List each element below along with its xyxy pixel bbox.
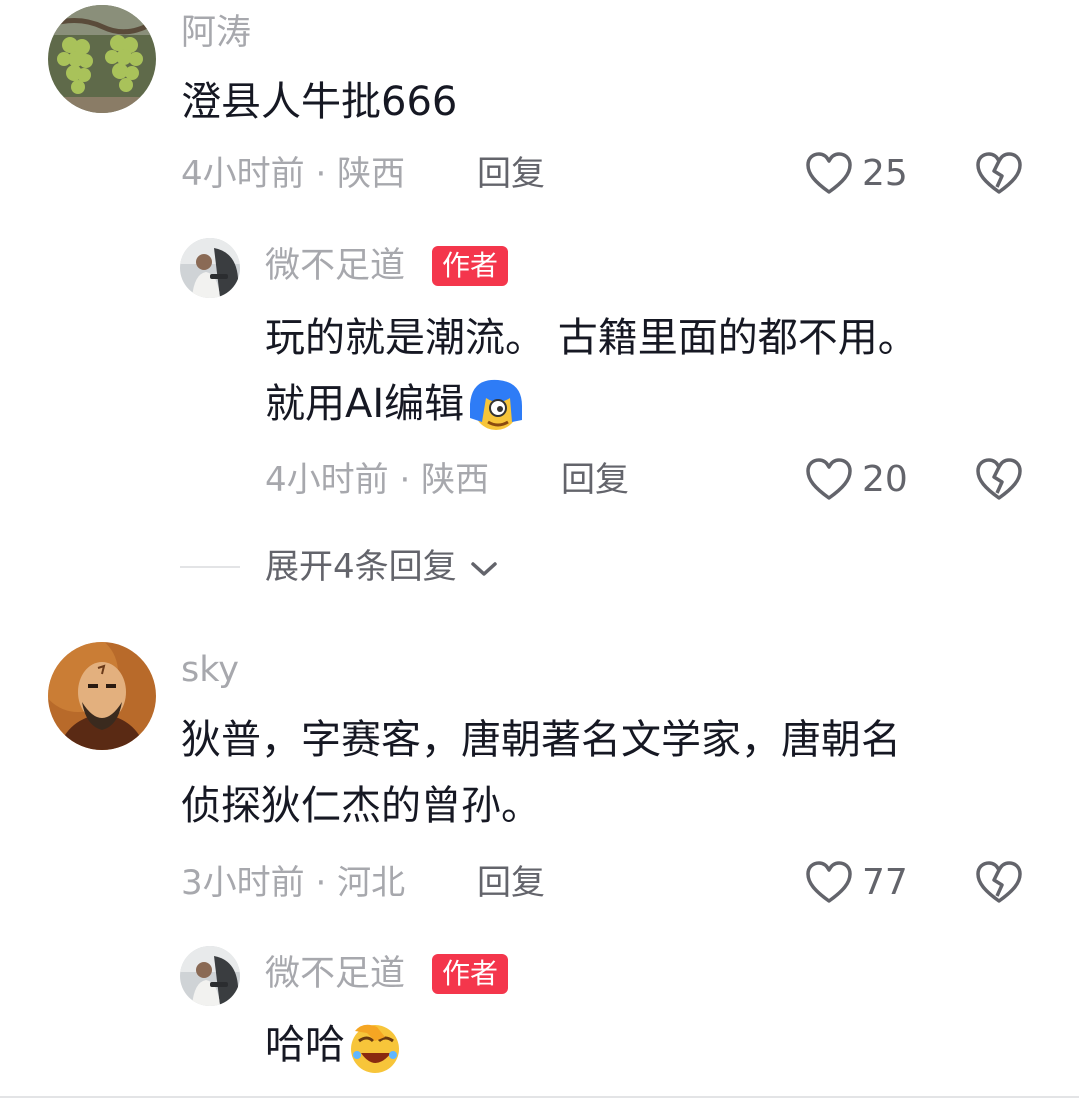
meta-separator: · [315, 154, 327, 194]
expand-replies-button[interactable]: 展开4条回复 [265, 550, 499, 584]
facepalm-laugh-emoji-icon [351, 1024, 399, 1073]
avatar-author[interactable] [180, 946, 240, 1006]
reply-username[interactable]: 微不足道 [265, 957, 405, 992]
comment-username[interactable]: 阿涛 [181, 16, 251, 51]
expand-divider [180, 566, 240, 568]
author-badge: 作者 [432, 246, 509, 286]
like-count: 20 [862, 459, 908, 500]
broken-heart-icon[interactable] [975, 860, 1023, 904]
expand-replies-label: 展开4条回复 [265, 547, 457, 587]
reply-text-line: 就用AI编辑 [265, 381, 465, 427]
avatar-sky[interactable] [48, 642, 156, 750]
reply-location: 陕西 [421, 460, 490, 500]
reply-text: 玩的就是潮流。 古籍里面的都不用。 就用AI编辑 [265, 305, 918, 437]
comment-text-line: 侦探狄仁杰的曾孙。 [181, 783, 541, 829]
reply-text-line: 哈哈 [265, 1022, 345, 1068]
chevron-down-icon [471, 561, 498, 576]
avatar-author[interactable] [180, 238, 240, 298]
reply-button[interactable]: 回复 [477, 866, 545, 900]
comment-time: 3小时前 [181, 863, 305, 903]
reply-button[interactable]: 回复 [477, 157, 545, 191]
reply-text-line-with-emoji: 就用AI编辑 [265, 371, 918, 437]
comment-time: 4小时前 [181, 154, 305, 194]
reply-button[interactable]: 回复 [561, 463, 629, 497]
broken-heart-icon[interactable] [975, 151, 1023, 195]
comment-text: 澄县人牛批666 [181, 69, 457, 135]
meta-separator: · [315, 863, 327, 903]
avatar-grapes[interactable] [48, 5, 156, 113]
reply-meta: 4小时前 · 陕西 [265, 463, 489, 497]
blue-hair-emoji-icon [470, 379, 523, 430]
author-badge: 作者 [432, 954, 509, 994]
reply-username[interactable]: 微不足道 [265, 249, 405, 284]
comment-username[interactable]: sky [181, 653, 239, 688]
heart-outline-icon[interactable] [805, 151, 853, 195]
heart-outline-icon[interactable] [805, 457, 853, 501]
reply-text: 哈哈 [265, 1012, 405, 1078]
like-count: 25 [862, 153, 908, 194]
reply-text-line: 玩的就是潮流。 古籍里面的都不用。 [265, 315, 918, 361]
comment-location: 陕西 [337, 154, 406, 194]
comment-meta: 3小时前 · 河北 [181, 866, 405, 900]
comment-location: 河北 [337, 863, 406, 903]
comment-text: 狄普，字赛客，唐朝著名文学家，唐朝名 侦探狄仁杰的曾孙。 [181, 707, 901, 839]
heart-outline-icon[interactable] [805, 860, 853, 904]
reply-time: 4小时前 [265, 460, 389, 500]
meta-separator: · [399, 460, 411, 500]
comment-text-line: 狄普，字赛客，唐朝著名文学家，唐朝名 [181, 717, 901, 763]
comment-meta: 4小时前 · 陕西 [181, 157, 405, 191]
like-count: 77 [862, 862, 908, 903]
comment-text-line: 澄县人牛批666 [181, 79, 458, 125]
broken-heart-icon[interactable] [975, 457, 1023, 501]
